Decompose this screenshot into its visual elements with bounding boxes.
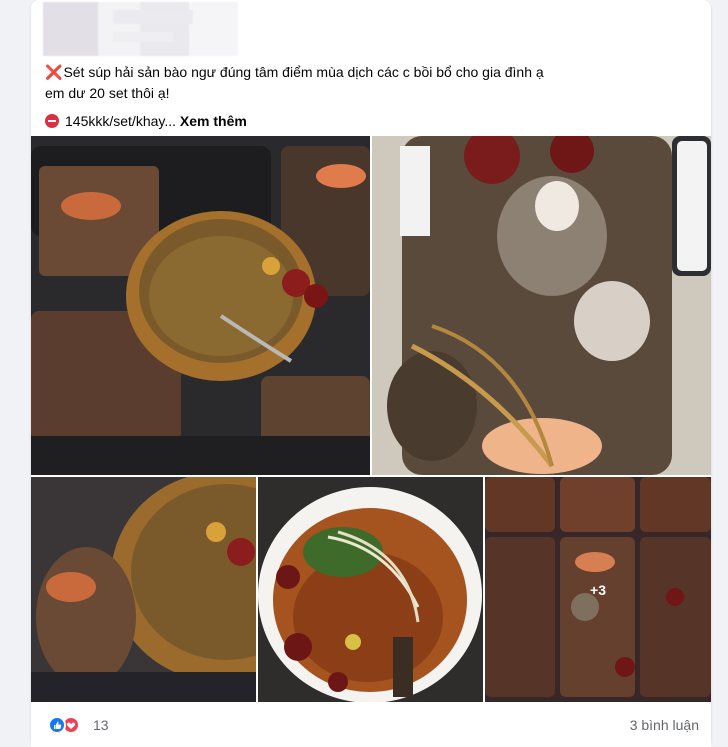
reaction-count[interactable]: 13 xyxy=(93,717,109,733)
post-line-2: em dư 20 set thôi ạ! xyxy=(45,85,170,101)
post-line-1: ❌Sét súp hải sản bào ngư đúng tâm điểm m… xyxy=(45,62,695,83)
soup-plate-photo xyxy=(258,477,483,702)
like-icon xyxy=(48,716,66,734)
soup-bowl-closeup-photo xyxy=(31,477,256,702)
photo-1[interactable] xyxy=(31,136,370,475)
comment-count-link[interactable]: 3 bình luận xyxy=(630,717,699,733)
post-line-1-text: Sét súp hải sản bào ngư đúng tâm điểm mù… xyxy=(63,64,544,80)
blurred-author-header xyxy=(43,2,238,56)
post-footer: 13 3 bình luận xyxy=(31,702,711,747)
reaction-icons[interactable] xyxy=(48,716,82,734)
see-more-link[interactable]: Xem thêm xyxy=(180,113,247,129)
no-entry-icon xyxy=(45,114,59,128)
more-photos-count: +3 xyxy=(590,581,606,598)
photo-5[interactable]: +3 xyxy=(485,477,711,702)
photo-3[interactable] xyxy=(31,477,256,702)
post-text: ❌Sét súp hải sản bào ngư đúng tâm điểm m… xyxy=(45,62,695,132)
more-photos-overlay[interactable]: +3 xyxy=(485,477,711,702)
soup-trays-photo xyxy=(31,136,370,475)
post-line-3: 145kkk/set/khay... Xem thêm xyxy=(45,111,695,132)
photo-2[interactable] xyxy=(372,136,711,475)
cross-mark-icon: ❌ xyxy=(45,64,63,80)
price-text: 145kkk/set/khay... xyxy=(65,113,177,129)
photo-4[interactable] xyxy=(258,477,483,702)
seafood-tray-closeup-photo xyxy=(372,136,711,475)
